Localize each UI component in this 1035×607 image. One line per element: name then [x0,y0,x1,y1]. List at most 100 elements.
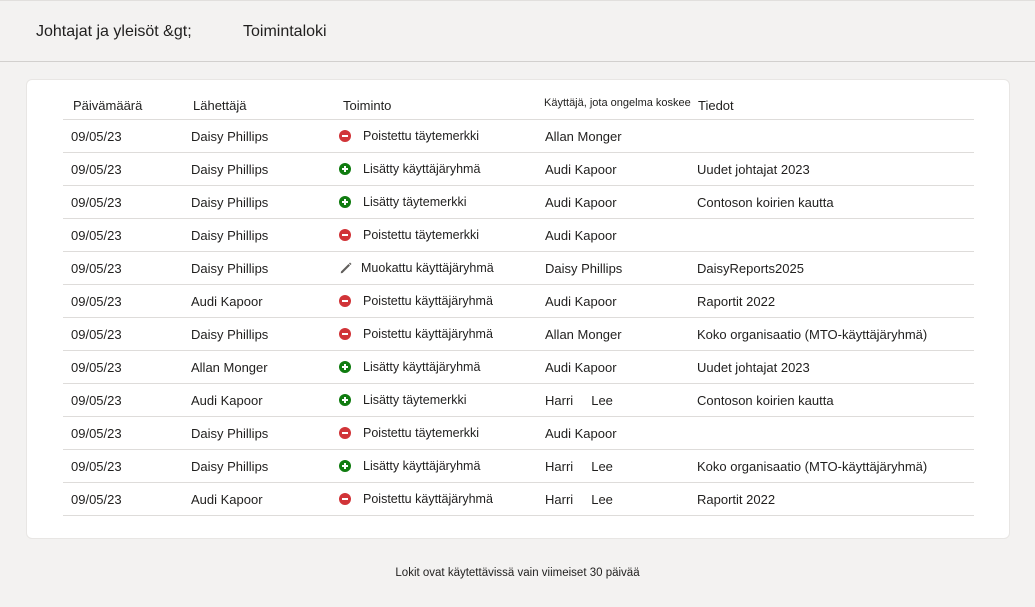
column-header-details[interactable]: Tiedot [698,98,734,113]
row-sender: Daisy Phillips [191,162,269,177]
row-affected-user: Audi Kapoor [545,162,617,177]
row-affected-user: Harri Lee [545,459,613,474]
row-date: 09/05/23 [71,162,122,177]
row-action-label: Lisätty käyttäjäryhmä [363,162,481,176]
row-affected-user: Daisy Phillips [545,261,623,276]
row-affected-user: Audi Kapoor [545,360,617,375]
table-row: 09/05/23 Daisy Phillips Poistettu käyttäjä… [63,318,974,351]
table-row: 09/05/23 Daisy Phillips Muokattu käyttäjär… [63,252,974,285]
row-affected-user: Audi Kapoor [545,195,617,210]
row-action: Lisätty täytemerkki [339,393,467,407]
row-affected-user: Audi Kapoor [545,294,617,309]
row-action: Poistettu täytemerkki [339,129,479,143]
column-header-affected-user[interactable]: Käyttäjä, jota ongelma koskee [544,97,691,109]
row-date: 09/05/23 [71,228,122,243]
row-sender: Audi Kapoor [191,393,263,408]
remove-icon [339,295,351,307]
breadcrumb-parent[interactable]: Johtajat ja yleisöt &gt; [36,23,192,41]
table-row: 09/05/23 Allan Monger Lisätty käyttäjäryhm… [63,351,974,384]
row-action: Lisätty käyttäjäryhmä [339,162,480,176]
row-action-label: Lisätty käyttäjäryhmä [363,459,481,473]
activity-log-card: Päivämäärä Lähettäjä Toiminto Käyttäjä, … [26,79,1010,539]
table-row: 09/05/23 Daisy Phillips Lisätty täytemerkk… [63,186,974,219]
row-action: Poistettu käyttäjäryhmä [339,294,493,308]
row-action: Lisätty käyttäjäryhmä [339,459,480,473]
row-date: 09/05/23 [71,360,122,375]
row-date: 09/05/23 [71,426,122,441]
table-row: 09/05/23 Daisy Phillips Lisätty käyttäjäry… [63,450,974,483]
edit-icon [339,261,352,275]
row-action: Muokattu käyttäjäryhmä [339,261,494,275]
remove-icon [339,427,351,439]
row-details: Raportit 2022 [697,492,776,507]
row-sender: Allan Monger [191,360,268,375]
table-row: 09/05/23 Audi Kapoor Poistettu käyttäjäryh… [63,285,974,318]
row-sender: Daisy Phillips [191,261,269,276]
row-affected-user: Audi Kapoor [545,228,617,243]
column-header-action[interactable]: Toiminto [343,98,391,113]
row-date: 09/05/23 [71,327,122,342]
row-affected-user: Harri Lee [545,492,613,507]
row-action: Lisätty käyttäjäryhmä [339,360,480,374]
row-sender: Daisy Phillips [191,426,269,441]
row-action: Poistettu täytemerkki [339,426,479,440]
row-date: 09/05/23 [71,393,122,408]
row-action-label: Poistettu käyttäjäryhmä [363,492,493,506]
row-details: Contoson koirien kautta [697,393,834,408]
row-sender: Audi Kapoor [191,492,263,507]
row-sender: Daisy Phillips [191,327,269,342]
row-action-label: Poistettu täytemerkki [363,426,480,440]
row-date: 09/05/23 [71,195,122,210]
column-header-sender[interactable]: Lähettäjä [193,98,247,113]
table-row: 09/05/23 Daisy Phillips Poistettu täytemer… [63,120,974,153]
row-affected-user: Allan Monger [545,327,622,342]
add-icon [339,196,351,208]
table-row: 09/05/23 Audi Kapoor Lisätty täytemerkki Ha… [63,384,974,417]
table-row: 09/05/23 Daisy Phillips Lisätty käyttäjäry… [63,153,974,186]
retention-note: Lokit ovat käytettävissä vain viimeiset … [395,567,640,579]
add-icon [339,460,351,472]
row-action: Poistettu käyttäjäryhmä [339,327,493,341]
row-sender: Daisy Phillips [191,228,269,243]
add-icon [339,361,351,373]
row-details: DaisyReports2025 [697,261,804,276]
remove-icon [339,493,351,505]
row-sender: Daisy Phillips [191,459,269,474]
row-action-label: Lisätty täytemerkki [363,393,467,407]
row-details: Raportit 2022 [697,294,776,309]
row-affected-user: Allan Monger [545,129,622,144]
row-details: Contoson koirien kautta [697,195,834,210]
table-body: 09/05/23 Daisy Phillips Poistettu täytemer… [63,120,974,516]
header-bar: Johtajat ja yleisöt &gt; Toimintaloki [0,0,1035,62]
row-action-label: Poistettu täytemerkki [363,228,480,242]
page-title: Toimintaloki [243,23,327,40]
table-header-row: Päivämäärä Lähettäjä Toiminto Käyttäjä, … [63,92,974,120]
activity-log-table: Päivämäärä Lähettäjä Toiminto Käyttäjä, … [63,92,974,516]
row-action: Lisätty täytemerkki [339,195,467,209]
row-action-label: Poistettu käyttäjäryhmä [363,327,493,341]
table-row: 09/05/23 Daisy Phillips Poistettu täytemer… [63,417,974,450]
add-icon [339,163,351,175]
remove-icon [339,130,351,142]
row-affected-user: Audi Kapoor [545,426,617,441]
row-details: Uudet johtajat 2023 [697,162,810,177]
row-action-label: Poistettu täytemerkki [363,129,480,143]
row-action-label: Lisätty käyttäjäryhmä [363,360,481,374]
row-action: Poistettu käyttäjäryhmä [339,492,493,506]
row-affected-user: Harri Lee [545,393,613,408]
table-row: 09/05/23 Audi Kapoor Poistettu käyttäjäryh… [63,483,974,516]
row-sender: Audi Kapoor [191,294,263,309]
row-date: 09/05/23 [71,459,122,474]
remove-icon [339,229,351,241]
row-date: 09/05/23 [71,294,122,309]
row-action-label: Lisätty täytemerkki [363,195,467,209]
row-details: Uudet johtajat 2023 [697,360,810,375]
row-details: Koko organisaatio (MTO-käyttäjäryhmä) [697,327,928,342]
row-sender: Daisy Phillips [191,195,269,210]
remove-icon [339,328,351,340]
column-header-date[interactable]: Päivämäärä [73,98,142,113]
add-icon [339,394,351,406]
row-sender: Daisy Phillips [191,129,269,144]
table-row: 09/05/23 Daisy Phillips Poistettu täytemer… [63,219,974,252]
row-action-label: Poistettu käyttäjäryhmä [363,294,493,308]
